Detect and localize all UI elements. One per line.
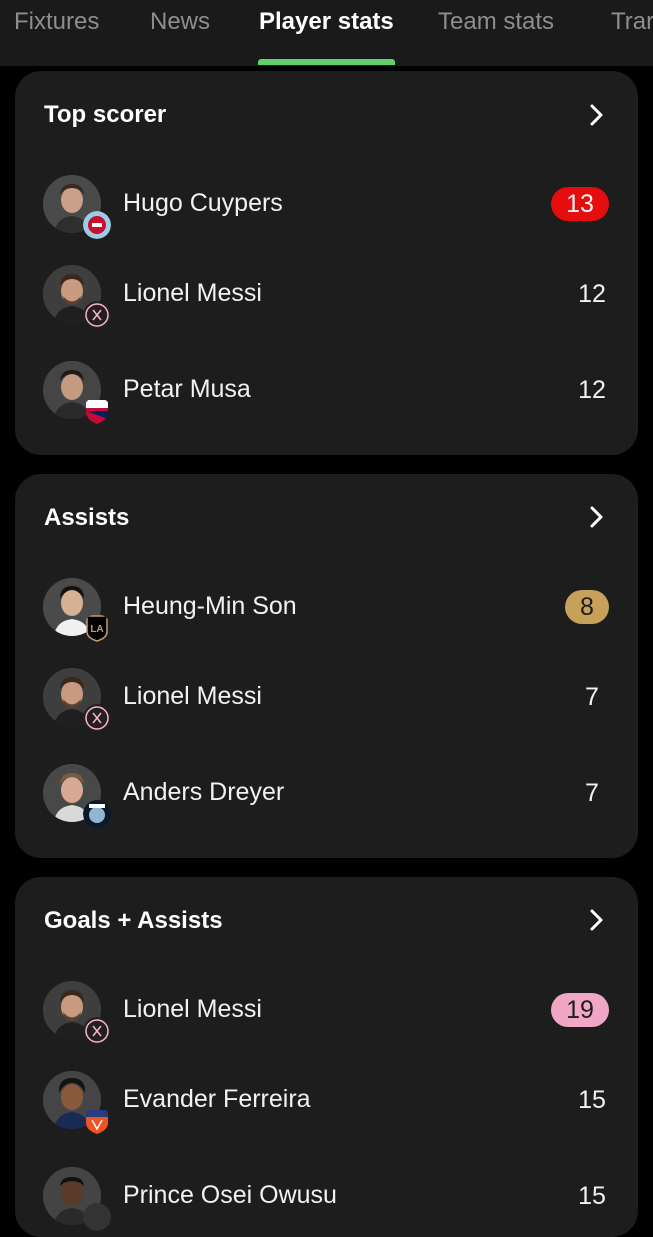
card-title-goals-assists[interactable]: Goals + Assists (44, 907, 223, 935)
chicago-fire-crest-icon (83, 211, 111, 239)
player-row[interactable]: Lionel Messi 12 (15, 265, 638, 345)
tab-bar: Fixtures News Player stats Team stats Tr… (0, 0, 653, 66)
player-row[interactable]: Lionel Messi 7 (15, 668, 638, 748)
lafc-crest-icon: LA (83, 614, 111, 642)
tab-transfers[interactable]: Trar (611, 8, 653, 36)
chevron-right-icon[interactable] (584, 908, 608, 932)
player-row[interactable]: Anders Dreyer 7 (15, 764, 638, 844)
player-name: Anders Dreyer (123, 778, 285, 806)
player-row[interactable]: Petar Musa 12 (15, 361, 638, 441)
tab-player-stats[interactable]: Player stats (259, 8, 394, 36)
chevron-right-icon[interactable] (584, 103, 608, 127)
stat-value: 7 (585, 779, 599, 807)
tab-news[interactable]: News (150, 8, 210, 36)
stat-value: 7 (585, 683, 599, 711)
card-title-top-scorer[interactable]: Top scorer (44, 101, 166, 129)
player-name: Prince Osei Owusu (123, 1181, 337, 1209)
player-name: Lionel Messi (123, 279, 262, 307)
card-title-assists[interactable]: Assists (44, 504, 129, 532)
assists-card: Assists LA Heung-Min Son 8 Lionel Messi … (15, 474, 638, 858)
tab-fixtures[interactable]: Fixtures (14, 8, 99, 36)
fc-dallas-crest-icon (83, 397, 111, 425)
top-scorer-card: Top scorer Hugo Cuypers 13 Lionel Messi … (15, 71, 638, 455)
stat-value: 15 (578, 1086, 606, 1114)
player-row[interactable]: Hugo Cuypers 13 (15, 175, 638, 255)
player-row[interactable]: LA Heung-Min Son 8 (15, 578, 638, 658)
svg-text:LA: LA (90, 624, 103, 635)
player-name: Petar Musa (123, 375, 251, 403)
active-tab-indicator (258, 59, 395, 65)
player-name: Lionel Messi (123, 995, 262, 1023)
player-row[interactable]: Evander Ferreira 15 (15, 1071, 638, 1151)
player-name: Heung-Min Son (123, 592, 297, 620)
club-crest-icon (83, 1203, 111, 1231)
inter-miami-crest-icon (83, 301, 111, 329)
stat-value-badge: 13 (551, 187, 609, 221)
player-row[interactable]: Prince Osei Owusu 15 (15, 1167, 638, 1237)
stat-value: 12 (578, 376, 606, 404)
player-name: Hugo Cuypers (123, 189, 283, 217)
inter-miami-crest-icon (83, 704, 111, 732)
player-name: Lionel Messi (123, 682, 262, 710)
san-diego-fc-crest-icon (83, 800, 111, 828)
player-name: Evander Ferreira (123, 1085, 311, 1113)
stat-value: 12 (578, 280, 606, 308)
stat-value-badge: 8 (565, 590, 609, 624)
chevron-right-icon[interactable] (584, 505, 608, 529)
fc-cincinnati-crest-icon (83, 1107, 111, 1135)
goals-assists-card: Goals + Assists Lionel Messi 19 Evander … (15, 877, 638, 1237)
tab-team-stats[interactable]: Team stats (438, 8, 554, 36)
stat-value: 15 (578, 1182, 606, 1210)
player-row[interactable]: Lionel Messi 19 (15, 981, 638, 1061)
stat-value-badge: 19 (551, 993, 609, 1027)
inter-miami-crest-icon (83, 1017, 111, 1045)
